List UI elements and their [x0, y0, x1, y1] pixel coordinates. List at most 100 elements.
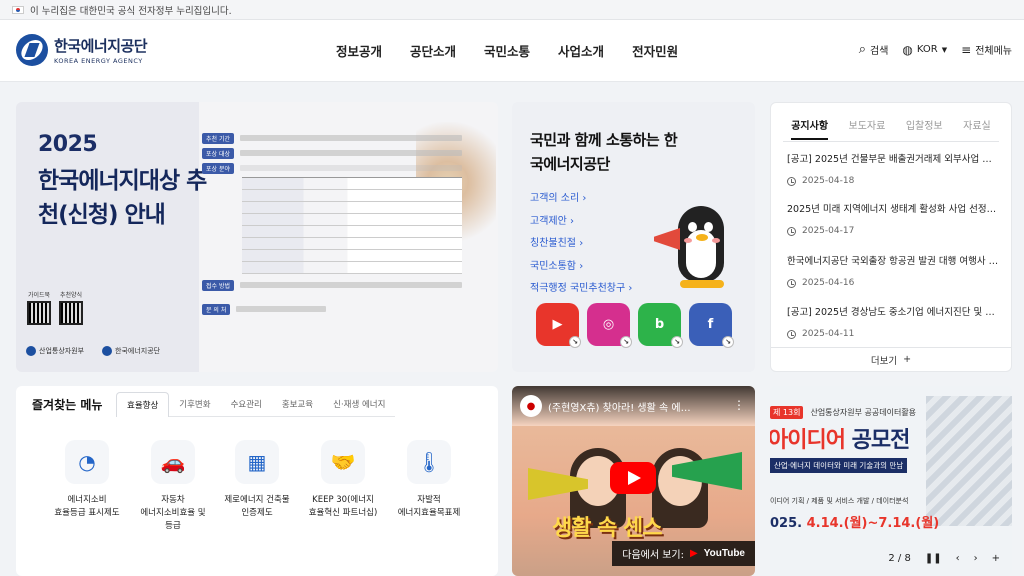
language-button[interactable]: ◍ KOR ▼: [902, 43, 947, 57]
link-customer-proposal[interactable]: 고객제안 ›: [530, 211, 632, 234]
award-banner[interactable]: 2025 한국에너지대상 추천(신청) 안내 가이드북 추천양식 산업통상자원부…: [16, 102, 498, 372]
chevron-left-icon[interactable]: ‹: [956, 553, 960, 564]
facebook-icon: f: [707, 317, 714, 332]
contest-banner[interactable]: 제 13회 산업통상자원부 공공데이터활용 아이디어 공모전 산업·에너지 데이터…: [770, 386, 1012, 576]
youtube-brand: YouTube: [703, 548, 745, 559]
thermometer-icon: 🌡: [407, 440, 451, 484]
notice-item[interactable]: [공고] 2025년 경상남도 중소기업 에너지진단 및 개선… 2025-04…: [787, 304, 999, 339]
tab-climate[interactable]: 기후변화: [169, 392, 221, 417]
info-tag: 접수 방법: [202, 279, 234, 291]
link-praise-complaint[interactable]: 칭찬불친절 ›: [530, 233, 632, 256]
banner-info-row: 접수 방법: [202, 279, 462, 291]
favorites-tabs: 효율향상 기후변화 수요관리 홍보교육 신·재생 에너지: [116, 392, 396, 417]
play-button-icon[interactable]: [610, 462, 656, 494]
notice-item[interactable]: [공고] 2025년 건물부문 배출권거래제 외부사업 컨설… 2025-04-…: [787, 151, 999, 186]
tab-bid[interactable]: 입찰정보: [906, 117, 943, 140]
nav-item-info[interactable]: 정보공개: [336, 41, 382, 60]
nav-item-about[interactable]: 공단소개: [410, 41, 456, 60]
youtube-icon: ▶: [552, 317, 563, 332]
communication-links: 고객의 소리 › 고객제안 › 칭찬불친절 › 국민소통함 › 적극행정 국민추…: [530, 188, 632, 301]
tab-education[interactable]: 홍보교육: [271, 392, 324, 417]
qr-guidebook[interactable]: 가이드북: [26, 290, 52, 325]
communication-panel: 국민과 함께 소통하는 한국에너지공단 고객의 소리 › 고객제안 › 칭찬불친…: [512, 102, 755, 372]
chevron-right-icon[interactable]: ›: [974, 553, 978, 564]
nav-item-communication[interactable]: 국민소통: [484, 41, 530, 60]
contest-headline: 아이디어 공모전: [770, 428, 910, 453]
watch-on-youtube-button[interactable]: 다음에서 보기: ▶ YouTube: [612, 541, 755, 566]
main-nav: 정보공개 공단소개 국민소통 사업소개 전자민원: [336, 41, 678, 60]
nav-item-business[interactable]: 사업소개: [558, 41, 604, 60]
pause-icon[interactable]: ❚❚: [925, 553, 942, 564]
instagram-icon: ◎: [602, 317, 615, 332]
video-title[interactable]: (주현영X츄) 찾아라! 생활 속 에…: [548, 399, 691, 414]
blog-button[interactable]: b ↘: [638, 303, 683, 348]
link-active-admin[interactable]: 적극행정 국민추천창구 ›: [530, 278, 632, 301]
more-button[interactable]: 더보기 +: [771, 347, 1011, 371]
external-link-icon: ↘: [722, 336, 734, 348]
search-icon: ⌕: [858, 42, 866, 57]
banner-info-row: 포상 대상: [202, 147, 462, 159]
building-icon: ▦: [235, 440, 279, 484]
favorite-item[interactable]: 🌡 자발적 에너지효율목표제: [384, 440, 474, 520]
clock-icon: [787, 226, 796, 236]
notice-date: 2025-04-17: [802, 226, 855, 236]
notice-panel: 공지사항 보도자료 입찰정보 자료실 [공고] 2025년 건물부문 배출권거래…: [770, 102, 1012, 372]
utility-bar: ⌕ 검색 ◍ KOR ▼ ≡ 전체메뉴: [859, 42, 1012, 57]
banner-info-row: 문 의 처: [202, 303, 462, 315]
link-customer-voice[interactable]: 고객의 소리 ›: [530, 188, 632, 211]
hamburger-icon: ≡: [961, 42, 972, 57]
kea-logo-icon: [16, 34, 48, 66]
instagram-button[interactable]: ◎ ↘: [587, 303, 632, 348]
plus-icon[interactable]: +: [992, 553, 1000, 564]
notice-date: 2025-04-18: [802, 176, 855, 186]
favorite-item[interactable]: 🤝 KEEP 30(에너지 효율혁신 파트너십): [298, 440, 388, 520]
notice-date: 2025-04-16: [802, 278, 855, 288]
facebook-button[interactable]: f ↘: [689, 303, 734, 348]
banner-info-table: 추천 기간 포상 대상 포상 분야 접수 방법 문 의 처: [202, 132, 462, 318]
link-communication-box[interactable]: 국민소통함 ›: [530, 256, 632, 279]
favorite-item[interactable]: ◔ 에너지소비 효율등급 표시제도: [42, 440, 132, 520]
notice-item[interactable]: 2025년 미래 지역에너지 생태계 활성화 사업 선정결… 2025-04-1…: [787, 201, 999, 236]
language-label: KOR: [916, 44, 938, 55]
youtube-button[interactable]: ▶ ↘: [536, 303, 581, 348]
favorite-item[interactable]: 🚗 자동차 에너지소비효율 및 등급: [128, 440, 218, 533]
youtube-logo-icon: ▶: [690, 548, 698, 559]
clock-icon: [787, 278, 796, 288]
contest-round: 제 13회: [770, 406, 804, 419]
kebab-menu-icon[interactable]: ⋮: [733, 398, 745, 412]
tab-press[interactable]: 보도자료: [849, 117, 886, 140]
tab-notice[interactable]: 공지사항: [791, 117, 829, 140]
tab-efficiency[interactable]: 효율향상: [116, 392, 170, 417]
banner-info-row: 포상 분야: [202, 162, 462, 174]
youtube-video-embed[interactable]: 생활 속 센스 ● (주현영X츄) 찾아라! 생활 속 에… ⋮ 다음에서 보기…: [512, 386, 755, 576]
info-tag: 포상 대상: [202, 147, 234, 159]
video-title-bar: ● (주현영X츄) 찾아라! 생활 속 에…: [512, 386, 755, 426]
all-menu-label: 전체메뉴: [975, 46, 1012, 57]
qr-form-label: 추천양식: [59, 292, 83, 299]
handshake-icon: 🤝: [321, 440, 365, 484]
channel-avatar-icon[interactable]: ●: [520, 395, 542, 417]
notice-item[interactable]: 한국에너지공단 국외출장 항공권 발권 대행 여행사 선… 2025-04-16: [787, 253, 999, 288]
favorite-item[interactable]: ▦ 제로에너지 건축물 인증제도: [212, 440, 302, 520]
favorite-label: 자발적 에너지효율목표제: [397, 495, 461, 518]
site-header: 한국에너지공단 KOREA ENERGY AGENCY 정보공개 공단소개 국민…: [0, 20, 1024, 82]
motie-logo-icon: [26, 346, 36, 356]
favorites-title: 즐겨찾는 메뉴: [32, 398, 103, 412]
search-button[interactable]: ⌕ 검색: [859, 42, 889, 57]
all-menu-button[interactable]: ≡ 전체메뉴: [961, 42, 1012, 58]
tab-library[interactable]: 자료실: [963, 117, 991, 140]
notice-date: 2025-04-11: [802, 329, 855, 339]
award-category-table: [242, 177, 462, 274]
logo-english: KOREA ENERGY AGENCY: [54, 57, 143, 65]
tab-renewable[interactable]: 신·재생 에너지: [323, 392, 396, 417]
info-tag: 포상 분야: [202, 162, 234, 174]
caret-down-icon: ▼: [941, 45, 948, 54]
favorites-panel: 즐겨찾는 메뉴 효율향상 기후변화 수요관리 홍보교육 신·재생 에너지 ◔ 에…: [16, 386, 498, 576]
nav-item-civil[interactable]: 전자민원: [632, 41, 678, 60]
qr-form[interactable]: 추천양식: [58, 290, 84, 325]
favorite-label: KEEP 30(에너지 효율혁신 파트너십): [308, 495, 378, 518]
info-tag: 문 의 처: [202, 303, 231, 315]
logo[interactable]: 한국에너지공단 KOREA ENERGY AGENCY: [16, 34, 148, 66]
tab-demand[interactable]: 수요관리: [220, 392, 272, 417]
logo-korean: 한국에너지공단: [54, 37, 148, 55]
